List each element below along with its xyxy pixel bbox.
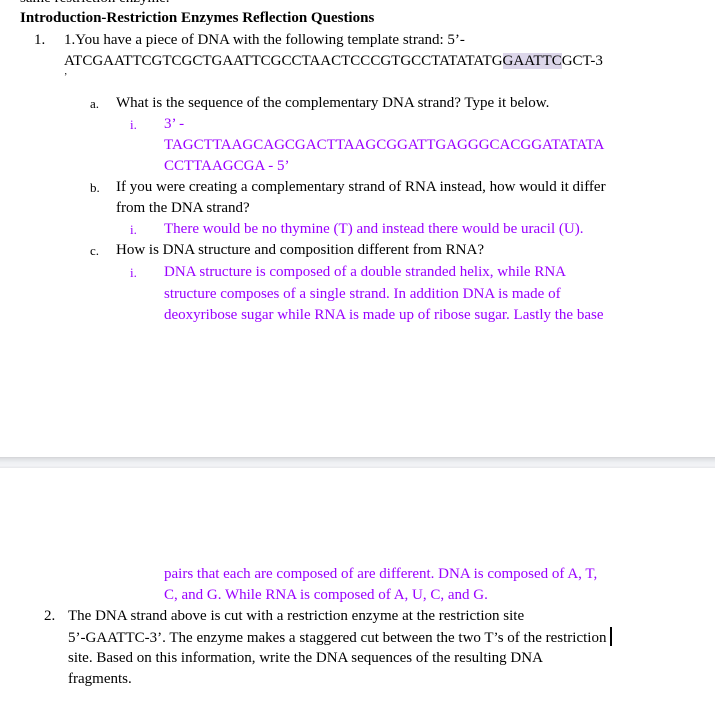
text-cursor	[610, 627, 613, 646]
q1c-answer-line[interactable]: pairs that each are composed of are diff…	[164, 564, 597, 584]
q1c-answer-marker: i.	[130, 265, 137, 280]
q1b-question-line[interactable]: If you were creating a complementary str…	[116, 177, 606, 197]
sequence-part: GCT-3	[561, 53, 603, 69]
q1-template-sequence[interactable]: ATCGAATTCGTCGCTGAATTCGCCTAACTCCCGTGCCTAT…	[64, 51, 603, 71]
cutoff-previous-text: same restriction enzyme.	[20, 0, 170, 8]
document-page-1: same restriction enzyme. Introduction-Re…	[0, 0, 715, 457]
q1c-marker: c.	[90, 243, 100, 258]
q2-text-line[interactable]: site. Based on this information, write t…	[68, 648, 543, 668]
q1c-answer-line[interactable]: C, and G. While RNA is composed of A, U,…	[164, 585, 488, 605]
q1c-answer-line[interactable]: deoxyribose sugar while RNA is made up o…	[164, 305, 604, 325]
q1-text-line[interactable]: 1.You have a piece of DNA with the follo…	[64, 30, 465, 50]
sequence-part: ATCGAATTCGTCGCTGAATTCGCCTAACTCCCGTGCCTAT…	[64, 53, 503, 69]
q2-text-line[interactable]: fragments.	[68, 669, 132, 689]
q1c-answer-line[interactable]: DNA structure is composed of a double st…	[164, 262, 566, 282]
q1b-question-line[interactable]: from the DNA strand?	[116, 198, 250, 218]
q1b-answer[interactable]: There would be no thymine (T) and instea…	[164, 219, 583, 239]
q2-text-line-content: 5’-GAATTC-3’. The enzyme makes a stagger…	[68, 630, 607, 646]
q1a-answer-line[interactable]: TAGCTTAAGCAGCGACTTAAGCGGATTGAGGGCACGGATA…	[164, 135, 604, 155]
section-heading: Introduction-Restriction Enzymes Reflect…	[20, 10, 375, 26]
q1c-answer-line[interactable]: structure composes of a single strand. I…	[164, 284, 561, 304]
q1-number: 1.	[34, 32, 46, 48]
q1b-answer-marker: i.	[130, 222, 137, 237]
q2-text-line[interactable]: 5’-GAATTC-3’. The enzyme makes a stagger…	[68, 627, 613, 648]
q1-trailing-mark: ’	[64, 72, 68, 83]
q1a-answer-marker: i.	[130, 117, 137, 132]
document-page-2: pairs that each are composed of are diff…	[0, 468, 715, 710]
q1a-marker: a.	[90, 96, 100, 111]
q1a-answer-line[interactable]: 3’ -	[164, 114, 184, 134]
highlighted-restriction-site: GAATTC	[502, 53, 562, 69]
q1a-answer-line[interactable]: CCTTAAGCGA - 5’	[164, 156, 289, 176]
q1b-marker: b.	[90, 180, 100, 195]
q2-text-line[interactable]: The DNA strand above is cut with a restr…	[68, 606, 524, 626]
q1c-question[interactable]: How is DNA structure and composition dif…	[116, 240, 484, 260]
q2-number: 2.	[44, 608, 56, 624]
q1a-question[interactable]: What is the sequence of the complementar…	[116, 93, 549, 113]
